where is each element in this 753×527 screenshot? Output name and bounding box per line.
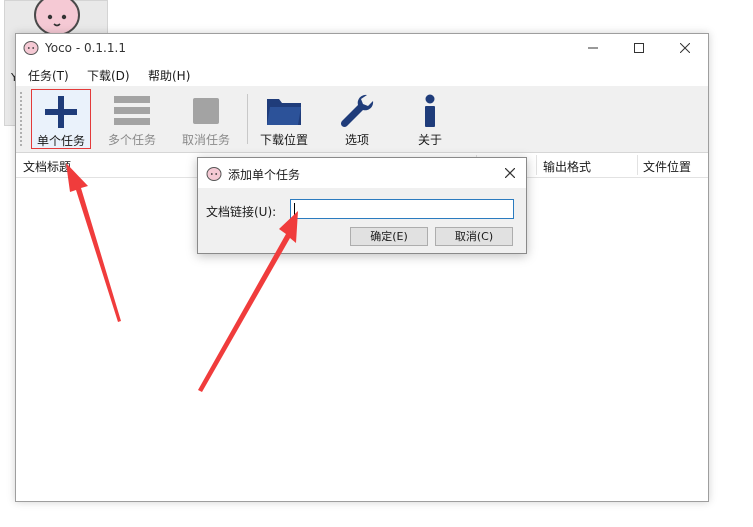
column-separator[interactable]	[637, 155, 638, 175]
dialog-title-bar[interactable]: 添加单个任务	[198, 158, 526, 188]
toolbar-separator	[247, 94, 248, 144]
minimize-button[interactable]	[570, 34, 616, 62]
column-output-format[interactable]: 输出格式	[543, 158, 591, 175]
dialog-close-button[interactable]	[494, 158, 526, 188]
dialog-title: 添加单个任务	[228, 168, 301, 182]
options-button[interactable]: 选项	[327, 89, 387, 149]
cancel-task-button[interactable]: 取消任务	[176, 89, 236, 149]
document-link-input[interactable]	[290, 199, 514, 219]
menu-task[interactable]: 任务(T)	[28, 67, 69, 84]
add-single-task-dialog: 添加单个任务 文档链接(U): 确定(E) 取消(C)	[197, 157, 527, 254]
text-caret	[294, 203, 295, 215]
about-label: 关于	[417, 133, 442, 147]
app-logo-icon	[206, 167, 222, 181]
maximize-icon	[634, 43, 644, 53]
info-icon	[425, 94, 435, 127]
download-location-button[interactable]: 下载位置	[254, 89, 314, 149]
multi-task-button[interactable]: 多个任务	[102, 89, 162, 149]
toolbar: 单个任务 多个任务 取消任务 下载位置 选项 关于	[16, 86, 708, 153]
ok-button[interactable]: 确定(E)	[350, 227, 428, 246]
close-button[interactable]	[662, 34, 708, 62]
window-title: Yoco - 0.1.1.1	[45, 41, 126, 55]
main-window: Yoco - 0.1.1.1 任务(T) 下载(D) 帮助(H) 单个任务 多个…	[15, 33, 709, 502]
menu-bar: 任务(T) 下载(D) 帮助(H)	[16, 62, 708, 84]
maximize-button[interactable]	[616, 34, 662, 62]
column-separator[interactable]	[536, 155, 537, 175]
menu-help[interactable]: 帮助(H)	[148, 67, 190, 84]
document-link-label: 文档链接(U):	[206, 205, 277, 219]
close-icon	[680, 43, 690, 53]
multi-task-label: 多个任务	[107, 133, 156, 147]
download-location-label: 下载位置	[259, 133, 308, 147]
wrench-icon	[340, 94, 374, 128]
column-document-title[interactable]: 文档标题	[23, 158, 71, 175]
folder-icon	[267, 99, 301, 125]
close-icon	[505, 168, 515, 178]
minimize-icon	[588, 47, 598, 49]
cancel-task-label: 取消任务	[181, 133, 230, 147]
stop-icon	[193, 98, 219, 124]
title-bar[interactable]: Yoco - 0.1.1.1	[16, 34, 708, 62]
single-task-label: 单个任务	[36, 134, 85, 148]
single-task-button[interactable]: 单个任务	[31, 89, 91, 149]
options-label: 选项	[344, 133, 369, 147]
yoco-mascot-icon	[34, 0, 80, 36]
plus-icon	[45, 96, 77, 128]
list-icon	[114, 96, 150, 125]
column-file-location[interactable]: 文件位置	[643, 158, 691, 175]
app-logo-icon	[23, 41, 39, 55]
about-button[interactable]: 关于	[400, 89, 460, 149]
cancel-button[interactable]: 取消(C)	[435, 227, 513, 246]
toolbar-grip[interactable]	[20, 92, 24, 146]
menu-download[interactable]: 下载(D)	[87, 67, 130, 84]
